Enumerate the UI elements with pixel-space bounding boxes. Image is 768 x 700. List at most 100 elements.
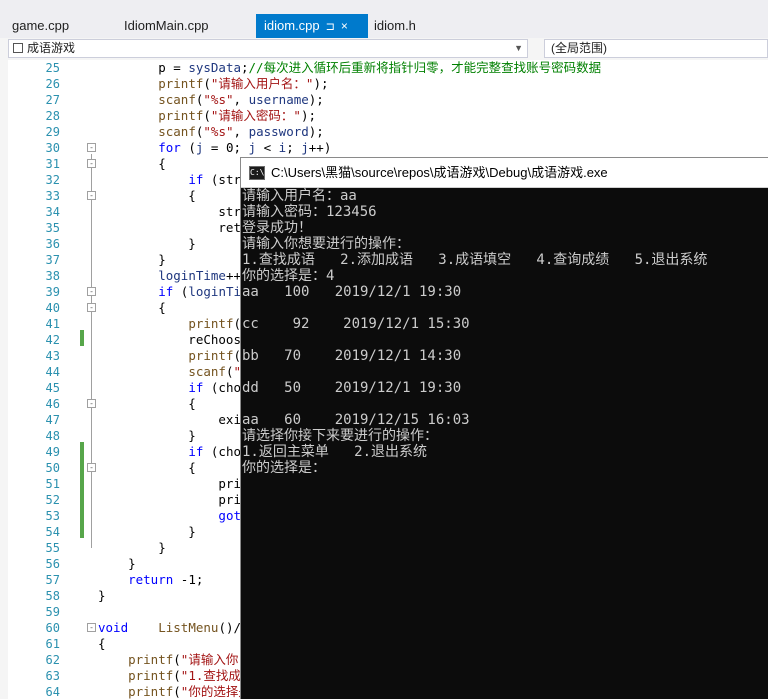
code-text: printf("请输入密码："); [158, 108, 317, 123]
fold-toggle-icon[interactable]: - [87, 287, 96, 296]
line-number: 43 [45, 349, 60, 363]
tab-idiommain-cpp[interactable]: IdiomMain.cpp [116, 14, 217, 38]
line-number: 58 [45, 589, 60, 603]
console-line: dd 50 2019/12/1 19:30 [242, 380, 462, 396]
code-line[interactable]: 28 printf("请输入密码："); [0, 108, 768, 124]
console-line: cc 92 2019/12/1 15:30 [242, 316, 470, 332]
tab-label: IdiomMain.cpp [124, 18, 209, 33]
code-text: } [98, 252, 166, 267]
code-text: } [98, 556, 136, 571]
line-number: 61 [45, 637, 60, 651]
code-text: return -1; [128, 572, 204, 587]
line-number: 50 [45, 461, 60, 475]
code-text: void ListMenu()// [98, 620, 249, 635]
code-text: } [98, 540, 166, 555]
fold-toggle-icon[interactable]: - [87, 191, 96, 200]
code-text: printf(" [188, 348, 248, 363]
code-text: goto [218, 508, 249, 523]
line-number: 60 [45, 621, 60, 635]
fold-toggle-icon[interactable]: - [87, 303, 96, 312]
tab-label: idiom.cpp [264, 18, 320, 33]
code-text: { [98, 156, 166, 171]
console-window[interactable]: C:\ C:\Users\黑猫\source\repos\成语游戏\Debug\… [240, 157, 768, 699]
code-text: reChoose [98, 332, 249, 347]
code-text: } [98, 524, 196, 539]
fold-toggle-icon[interactable]: - [87, 463, 96, 472]
fold-toggle-icon[interactable]: - [87, 143, 96, 152]
member-dropdown-value: (全局范围) [551, 41, 607, 55]
code-text: exit [98, 412, 249, 427]
tab-game-cpp[interactable]: game.cpp [4, 14, 77, 38]
code-text: { [98, 300, 166, 315]
line-number: 56 [45, 557, 60, 571]
line-number: 44 [45, 365, 60, 379]
code-text: scanf("%s", username); [158, 92, 324, 107]
console-line: 1.查找成语 2.添加成语 3.成语填空 4.查询成绩 5.退出系统 [242, 252, 708, 268]
tab-idiom-cpp[interactable]: idiom.cpp ⊐ × [256, 14, 368, 38]
code-text: } [98, 428, 196, 443]
code-text: { [98, 460, 196, 475]
console-line: bb 70 2019/12/1 14:30 [242, 348, 462, 364]
line-number: 47 [45, 413, 60, 427]
console-line: 请输入用户名：aa [242, 188, 357, 204]
line-number: 42 [45, 333, 60, 347]
line-number: 40 [45, 301, 60, 315]
console-line: 登录成功！ [242, 220, 312, 236]
code-text: if (loginTime [158, 284, 257, 299]
line-number: 28 [45, 109, 60, 123]
code-line[interactable]: 26 printf("请输入用户名："); [0, 76, 768, 92]
code-text: } [98, 588, 106, 603]
line-number: 27 [45, 93, 60, 107]
code-line[interactable]: 27 scanf("%s", username); [0, 92, 768, 108]
line-number: 39 [45, 285, 60, 299]
line-number: 57 [45, 573, 60, 587]
code-text: printf("请输入你 [128, 652, 239, 667]
console-title: C:\Users\黑猫\source\repos\成语游戏\Debug\成语游戏… [271, 165, 608, 180]
console-line: 你的选择是：4 [242, 268, 335, 284]
line-number: 48 [45, 429, 60, 443]
console-title-bar[interactable]: C:\ C:\Users\黑猫\source\repos\成语游戏\Debug\… [241, 158, 768, 188]
line-number: 59 [45, 605, 60, 619]
line-number: 33 [45, 189, 60, 203]
chevron-down-icon: ▼ [514, 43, 523, 53]
line-number: 51 [45, 477, 60, 491]
line-number: 64 [45, 685, 60, 699]
console-line: 请输入密码：123456 [242, 204, 377, 220]
line-number: 62 [45, 653, 60, 667]
line-number: 34 [45, 205, 60, 219]
line-number: 25 [45, 61, 60, 75]
code-line[interactable]: 30 - for (j = 0; j < i; j++) [0, 140, 768, 156]
code-line[interactable]: 25 p = sysData;//每次进入循环后重新将指针归零，才能完整查找账号… [0, 60, 768, 76]
project-icon [13, 43, 23, 53]
fold-toggle-icon[interactable]: - [87, 623, 96, 632]
code-text: { [98, 636, 106, 651]
line-number: 38 [45, 269, 60, 283]
fold-toggle-icon[interactable]: - [87, 159, 96, 168]
code-text: prin [98, 476, 249, 491]
close-icon[interactable]: × [341, 19, 348, 33]
navigation-bar: 成语游戏 ▼ (全局范围) [0, 38, 768, 61]
line-number: 49 [45, 445, 60, 459]
member-dropdown[interactable]: (全局范围) [544, 39, 768, 58]
fold-toggle-icon[interactable]: - [87, 399, 96, 408]
code-text: { [98, 396, 196, 411]
line-number: 36 [45, 237, 60, 251]
line-number: 53 [45, 509, 60, 523]
code-text: printf("请输入用户名："); [158, 76, 329, 91]
document-tab-bar: game.cpp IdiomMain.cpp idiom.cpp ⊐ × idiom… [0, 0, 768, 38]
code-line[interactable]: 29 scanf("%s", password); [0, 124, 768, 140]
line-number: 55 [45, 541, 60, 555]
code-text: { [98, 188, 196, 203]
console-output[interactable]: 请输入用户名：aa 请输入密码：123456 登录成功！ 请输入你想要进行的操作： 1.… [241, 188, 768, 700]
code-text: retu [98, 220, 249, 235]
line-number: 30 [45, 141, 60, 155]
scope-dropdown[interactable]: 成语游戏 ▼ [8, 39, 528, 58]
console-line: 请选择你接下来要进行的操作： [242, 428, 438, 444]
code-text: } [98, 236, 196, 251]
pin-icon[interactable]: ⊐ [326, 21, 335, 33]
tab-idiom-h[interactable]: idiom.h [366, 14, 424, 38]
line-number: 41 [45, 317, 60, 331]
code-text: if (choi [188, 444, 249, 459]
console-line: 你的选择是： [242, 460, 326, 476]
line-number: 37 [45, 253, 60, 267]
